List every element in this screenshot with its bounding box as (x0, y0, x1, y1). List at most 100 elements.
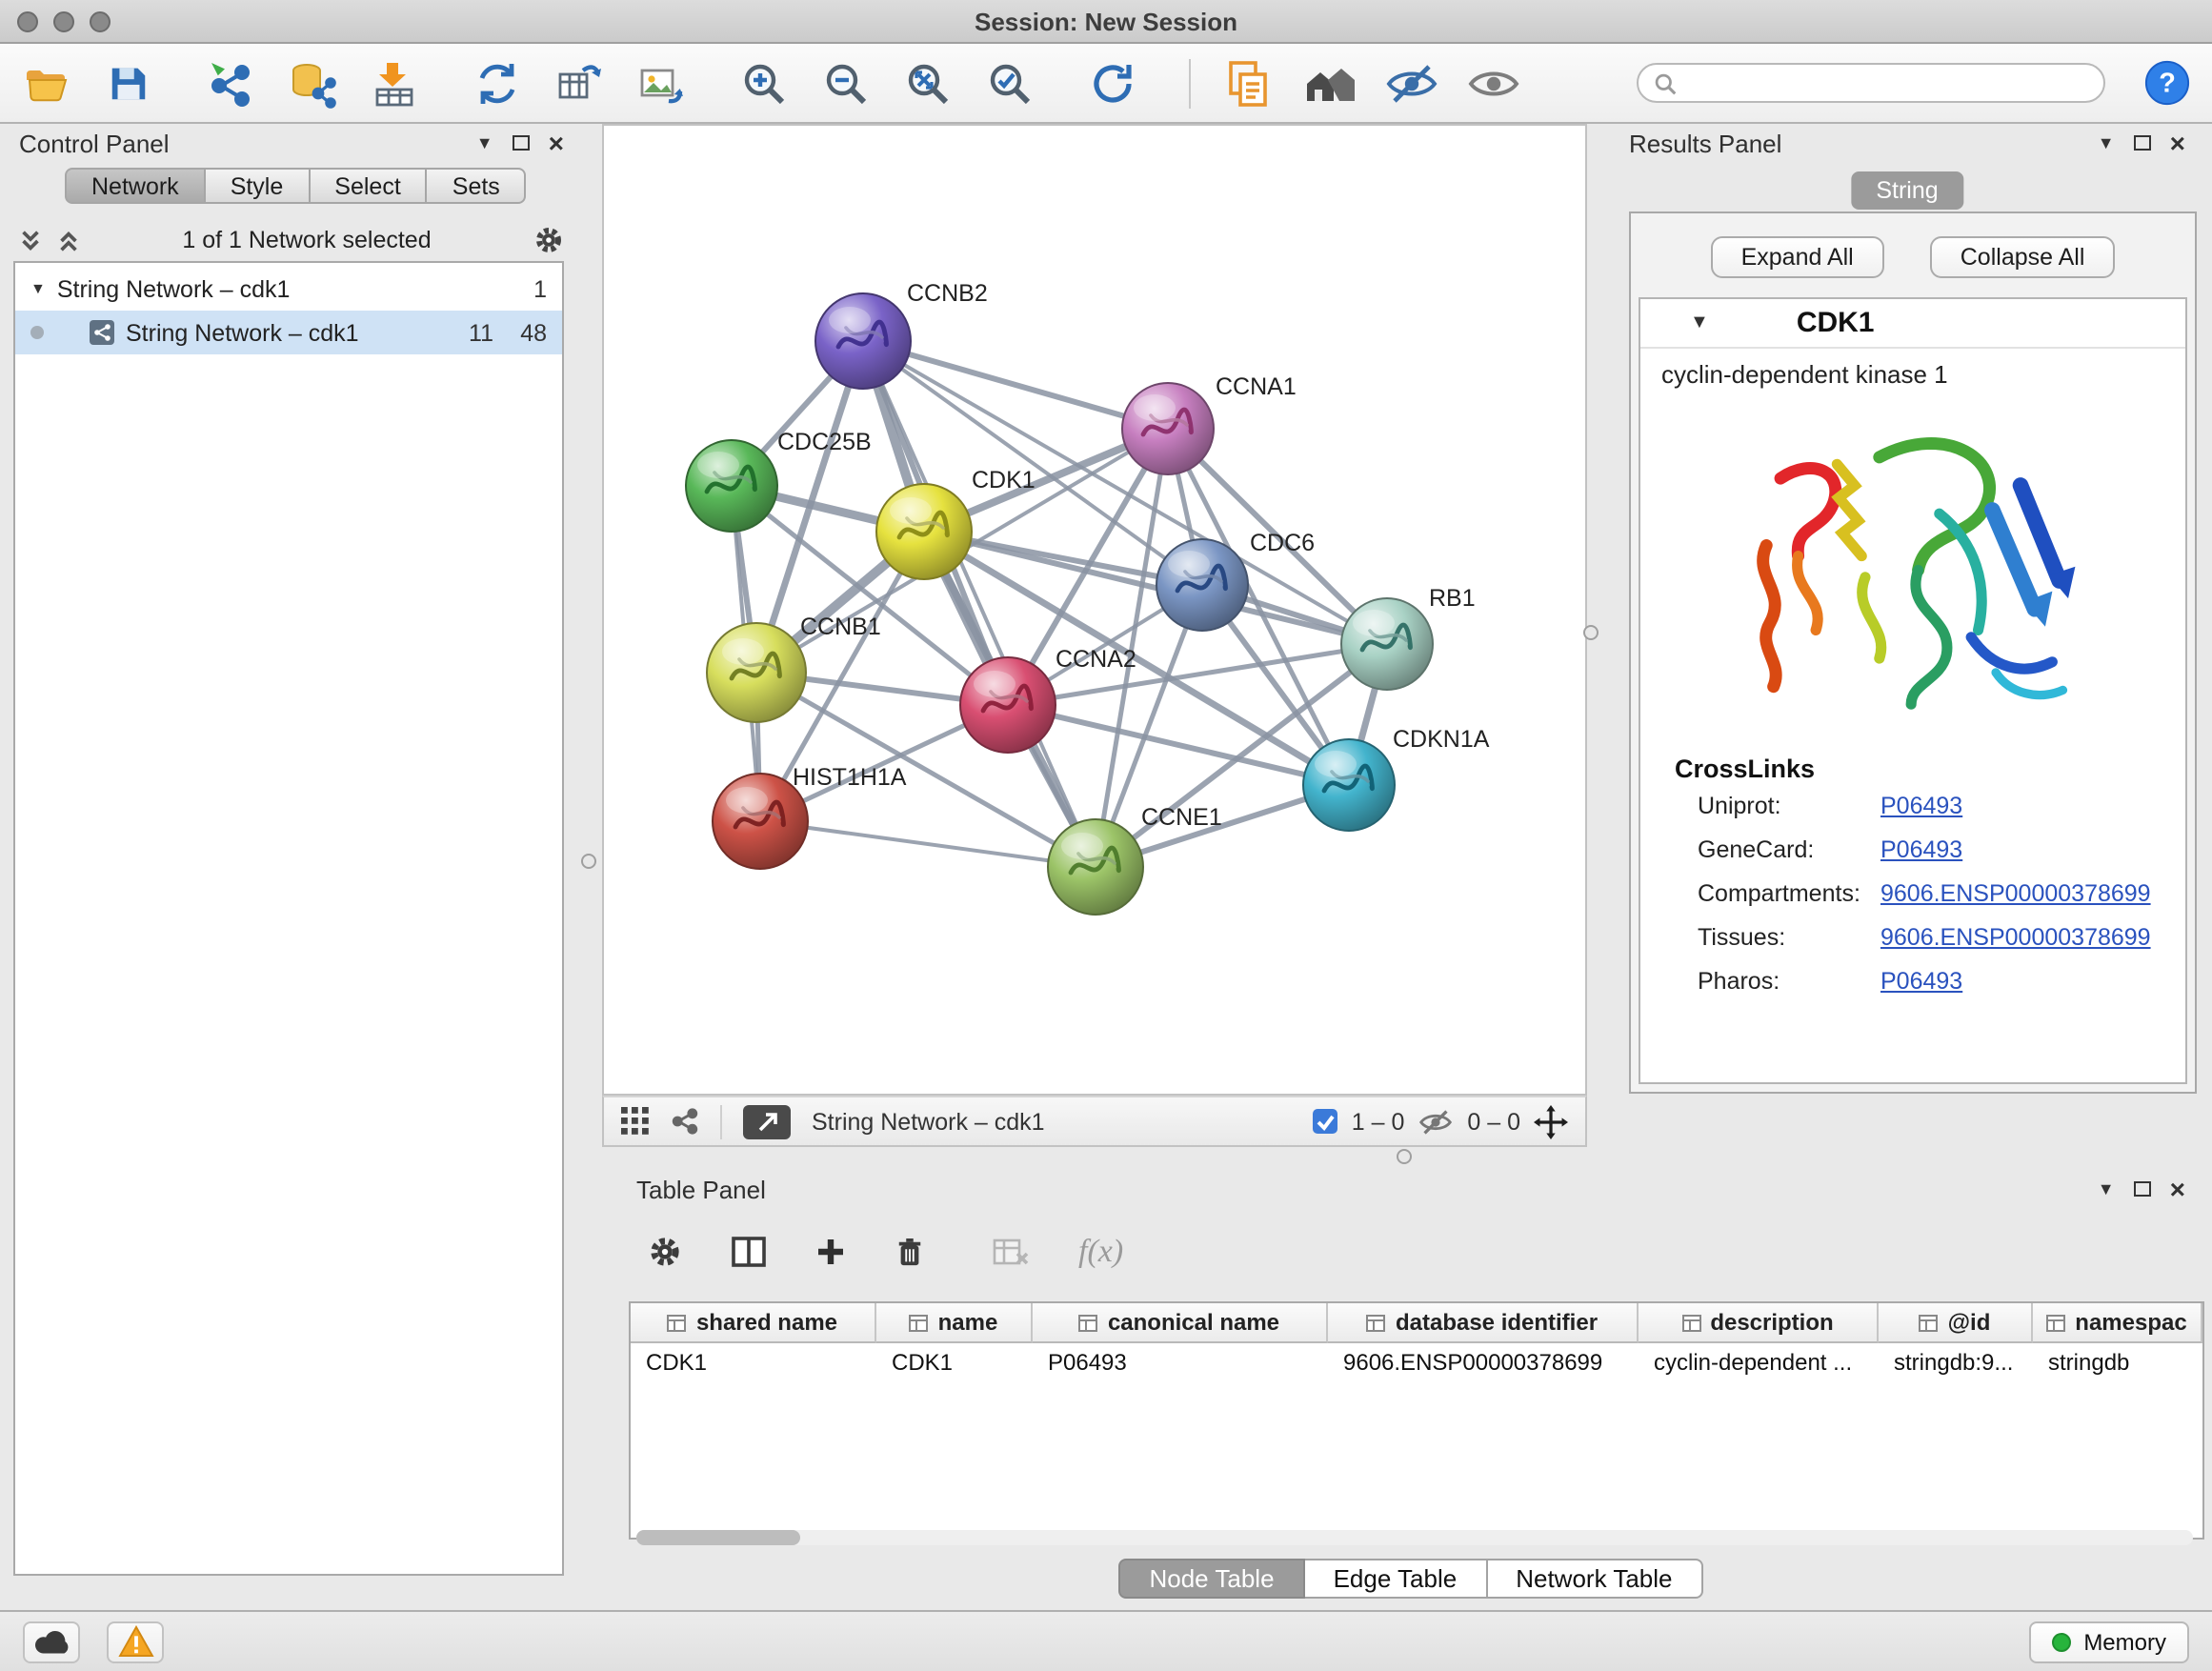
network-node-rb1[interactable] (1341, 598, 1433, 690)
network-node-ccna2[interactable] (960, 657, 1056, 753)
zoom-selected-button[interactable] (983, 56, 1036, 110)
crosslink-link-genecard[interactable]: P06493 (1880, 836, 1962, 862)
network-row-selected[interactable]: String Network – cdk1 11 48 (15, 311, 562, 354)
cell-name[interactable]: CDK1 (876, 1343, 1033, 1381)
table-row[interactable]: CDK1 CDK1 P06493 9606.ENSP00000378699 cy… (631, 1343, 2202, 1381)
refresh-view-button[interactable] (1086, 56, 1139, 110)
network-options-gear-icon[interactable] (533, 225, 564, 255)
open-session-button[interactable] (19, 56, 72, 110)
close-window-button[interactable] (17, 10, 38, 31)
import-table-file-button[interactable] (368, 56, 421, 110)
zoom-window-button[interactable] (90, 10, 111, 31)
crosslink-link-tissues[interactable]: 9606.ENSP00000378699 (1880, 923, 2151, 950)
table-panel-float-icon[interactable]: ▼ (2098, 1180, 2115, 1198)
selected-checkbox-icon[interactable] (1314, 1109, 1338, 1134)
network-node-ccne1[interactable] (1048, 819, 1143, 915)
results-panel-close-icon[interactable]: × (2170, 130, 2185, 156)
export-table-button[interactable] (553, 56, 606, 110)
results-tab-string[interactable]: String (1851, 171, 1962, 210)
cell-description[interactable]: cyclin-dependent ... (1639, 1343, 1879, 1381)
tab-sets[interactable]: Sets (428, 168, 527, 204)
grid-view-icon[interactable] (621, 1107, 650, 1136)
network-edge[interactable] (924, 532, 1387, 644)
network-node-ccnb2[interactable] (815, 293, 911, 389)
help-button[interactable]: ? (2140, 56, 2193, 110)
control-panel-float-icon[interactable]: ▼ (476, 134, 493, 151)
tab-select[interactable]: Select (310, 168, 428, 204)
network-edge[interactable] (760, 821, 1096, 867)
network-node-ccna1[interactable] (1122, 383, 1214, 474)
column-header[interactable]: @id (1879, 1303, 2033, 1343)
column-header[interactable]: shared name (631, 1303, 876, 1343)
right-splitter-handle[interactable] (1583, 625, 1599, 640)
control-panel-maximize-icon[interactable] (513, 135, 530, 151)
search-input[interactable] (1688, 68, 2088, 98)
function-builder-button[interactable]: f(x) (1078, 1233, 1123, 1271)
control-panel-close-icon[interactable]: × (549, 130, 564, 156)
network-node-cdk1[interactable] (876, 484, 972, 579)
results-panel-float-icon[interactable]: ▼ (2098, 134, 2115, 151)
table-panel-close-icon[interactable]: × (2170, 1176, 2185, 1202)
zoom-in-button[interactable] (737, 56, 791, 110)
column-header[interactable]: database identifier (1328, 1303, 1639, 1343)
network-collection-row[interactable]: ▼ String Network – cdk1 1 (15, 267, 562, 311)
export-image-button[interactable] (634, 56, 688, 110)
birdseye-view-button[interactable] (743, 1104, 791, 1138)
delete-column-trash-icon[interactable] (895, 1236, 924, 1268)
hide-selection-button[interactable] (1385, 56, 1438, 110)
network-node-cdkn1a[interactable] (1303, 739, 1395, 831)
cloud-status-button[interactable] (23, 1621, 80, 1662)
show-columns-icon[interactable] (732, 1237, 766, 1267)
tab-style[interactable]: Style (206, 168, 311, 204)
zoom-out-button[interactable] (819, 56, 873, 110)
network-node-cdc25b[interactable] (686, 440, 777, 532)
left-splitter-handle[interactable] (581, 854, 596, 869)
crosslink-link-compartments[interactable]: 9606.ENSP00000378699 (1880, 879, 2151, 906)
import-network-file-button[interactable] (204, 56, 257, 110)
collapse-all-button[interactable]: Collapse All (1930, 236, 2116, 278)
collapse-all-networks-icon[interactable] (19, 228, 42, 252)
network-canvas-svg[interactable]: CCNB2CCNA1CDC25BCDK1CDC6RB1CCNB1CCNA2CDK… (604, 126, 1585, 1094)
hidden-eye-slash-icon[interactable] (1418, 1108, 1454, 1135)
zoom-fit-button[interactable] (901, 56, 955, 110)
network-share-icon[interactable] (671, 1107, 699, 1136)
table-panel-maximize-icon[interactable] (2134, 1181, 2151, 1197)
network-node-ccnb1[interactable] (707, 623, 806, 722)
tab-network[interactable]: Network (65, 168, 206, 204)
table-options-gear-icon[interactable] (648, 1235, 682, 1269)
tab-edge-table[interactable]: Edge Table (1305, 1559, 1488, 1599)
gene-section-header[interactable]: ▼ CDK1 (1640, 299, 2185, 349)
search-box[interactable] (1637, 63, 2105, 103)
memory-button[interactable]: Memory (2028, 1621, 2189, 1662)
expand-all-button[interactable]: Expand All (1711, 236, 1884, 278)
results-panel-maximize-icon[interactable] (2134, 135, 2151, 151)
network-node-cdc6[interactable] (1156, 539, 1248, 631)
save-session-button[interactable] (101, 56, 154, 110)
table-horizontal-scrollbar[interactable] (636, 1530, 2193, 1545)
clone-network-button[interactable] (1221, 56, 1275, 110)
crosslink-link-pharos[interactable]: P06493 (1880, 967, 1962, 994)
tab-node-table[interactable]: Node Table (1118, 1559, 1304, 1599)
pan-crosshair-icon[interactable] (1534, 1104, 1568, 1138)
column-header[interactable]: name (876, 1303, 1033, 1343)
cell-database-identifier[interactable]: 9606.ENSP00000378699 (1328, 1343, 1639, 1381)
column-header[interactable]: description (1639, 1303, 1879, 1343)
gene-disclosure-icon[interactable]: ▼ (1690, 312, 1709, 333)
column-header[interactable]: namespac (2033, 1303, 2202, 1343)
scrollbar-thumb[interactable] (636, 1530, 800, 1545)
minimize-window-button[interactable] (53, 10, 74, 31)
cell-shared-name[interactable]: CDK1 (631, 1343, 876, 1381)
tab-network-table[interactable]: Network Table (1487, 1559, 1702, 1599)
cell-id[interactable]: stringdb:9... (1879, 1343, 2033, 1381)
cell-canonical-name[interactable]: P06493 (1033, 1343, 1328, 1381)
collection-disclosure-icon[interactable]: ▼ (30, 281, 46, 296)
show-all-networks-button[interactable] (1303, 56, 1357, 110)
warnings-button[interactable] (107, 1621, 164, 1662)
bottom-splitter-handle[interactable] (1397, 1149, 1412, 1164)
import-network-database-button[interactable] (286, 56, 339, 110)
show-selection-button[interactable] (1467, 56, 1520, 110)
crosslink-link-uniprot[interactable]: P06493 (1880, 792, 1962, 818)
network-canvas[interactable]: CCNB2CCNA1CDC25BCDK1CDC6RB1CCNB1CCNA2CDK… (602, 124, 1587, 1096)
apply-layout-button[interactable] (471, 56, 524, 110)
add-column-plus-icon[interactable] (815, 1237, 846, 1267)
